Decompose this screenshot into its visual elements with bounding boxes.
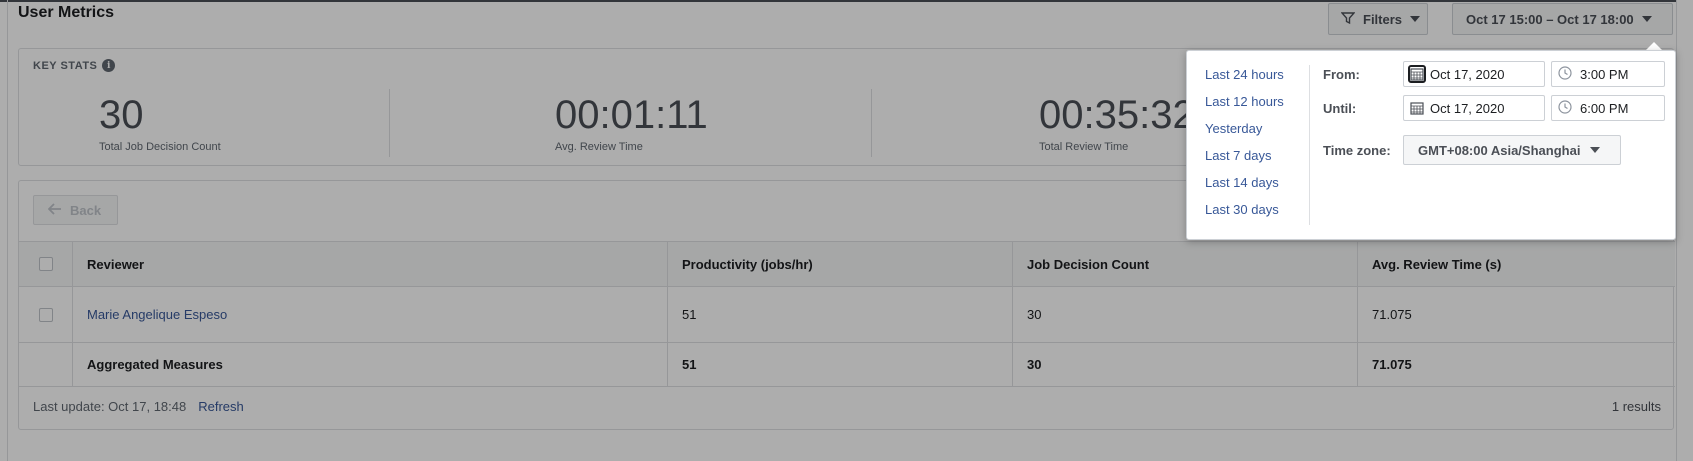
popover-arrow <box>1646 42 1662 50</box>
from-date-field[interactable]: Oct 17, 2020 <box>1403 61 1545 87</box>
calendar-icon[interactable] <box>1408 99 1426 117</box>
popover-divider <box>1309 65 1310 225</box>
from-date-value: Oct 17, 2020 <box>1430 66 1505 82</box>
until-date-value: Oct 17, 2020 <box>1430 100 1505 116</box>
preset-last-12-hours[interactable]: Last 12 hours <box>1205 92 1284 119</box>
timezone-select[interactable]: GMT+08:00 Asia/Shanghai <box>1403 135 1621 165</box>
preset-list: Last 24 hours Last 12 hours Yesterday La… <box>1205 65 1284 227</box>
timezone-label: Time zone: <box>1323 143 1391 158</box>
preset-last-30-days[interactable]: Last 30 days <box>1205 200 1284 227</box>
until-time-field[interactable]: 6:00 PM <box>1551 95 1665 121</box>
from-label: From: <box>1323 67 1360 82</box>
until-label: Until: <box>1323 101 1357 116</box>
preset-last-7-days[interactable]: Last 7 days <box>1205 146 1284 173</box>
preset-yesterday[interactable]: Yesterday <box>1205 119 1284 146</box>
page: User Metrics Filters Oct 17 15:00 – Oct … <box>0 0 1693 461</box>
calendar-icon[interactable] <box>1408 65 1426 83</box>
preset-last-14-days[interactable]: Last 14 days <box>1205 173 1284 200</box>
caret-down-icon <box>1590 147 1601 153</box>
date-range-popover: Last 24 hours Last 12 hours Yesterday La… <box>1186 50 1676 240</box>
preset-last-24-hours[interactable]: Last 24 hours <box>1205 65 1284 92</box>
clock-icon <box>1558 65 1572 83</box>
until-time-value: 6:00 PM <box>1580 100 1629 116</box>
from-time-value: 3:00 PM <box>1580 66 1629 82</box>
clock-icon <box>1558 99 1572 117</box>
timezone-value: GMT+08:00 Asia/Shanghai <box>1418 142 1581 158</box>
until-date-field[interactable]: Oct 17, 2020 <box>1403 95 1545 121</box>
from-time-field[interactable]: 3:00 PM <box>1551 61 1665 87</box>
